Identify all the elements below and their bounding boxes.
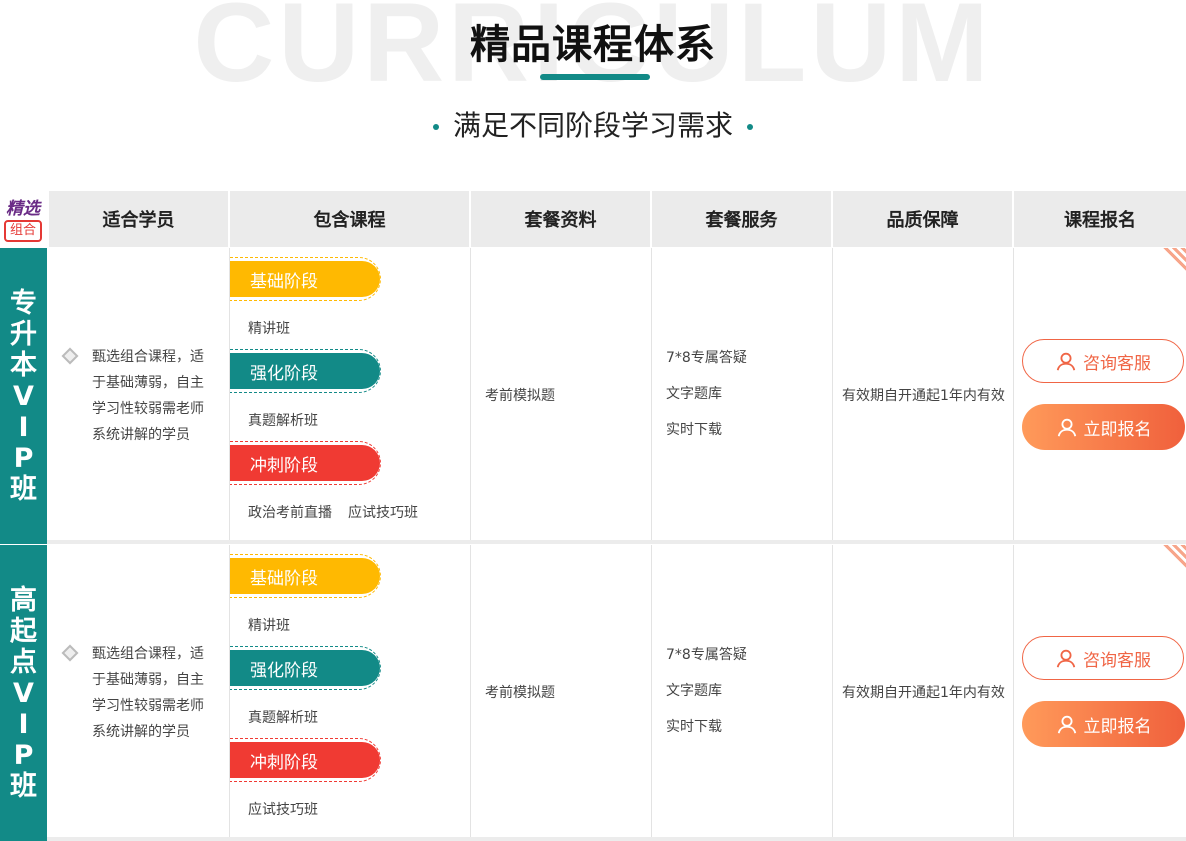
package-name-label: 专升本VIP班: [0, 248, 47, 544]
service-item: 7*8专属答疑: [666, 350, 747, 366]
subtitle-dot-left: [432, 124, 439, 130]
course-package-row: 高起点 V I P 班甄选组合课程，适于基础薄弱，自主学习性较弱需老师系统讲解的学员 基础…: [0, 545, 1186, 841]
course-name: 精讲班: [248, 618, 290, 634]
user-icon: [1056, 713, 1078, 735]
column-header-courses: 包含课程: [230, 191, 469, 247]
stage-course-list: 精讲班: [248, 615, 306, 635]
package-name-char: I: [18, 411, 29, 443]
service-item: 实时下载: [666, 719, 722, 735]
consult-service-button[interactable]: 咨询客服: [1022, 339, 1184, 383]
row-divider: [47, 540, 1186, 544]
package-name-char: 点: [10, 646, 37, 678]
package-name-char: P: [13, 442, 34, 474]
signup-cell: [1014, 545, 1186, 841]
package-name-char: P: [13, 739, 34, 771]
subtitle-dot-right: [747, 124, 753, 130]
stage-course-list: 应试技巧班: [248, 799, 334, 819]
stage-tag: 强化阶段: [230, 353, 380, 389]
stage-tag: 强化阶段: [230, 650, 380, 686]
stage-tag: 基础阶段: [230, 558, 380, 594]
package-name-label: 高起点VIP班: [0, 545, 47, 841]
package-material: 考前模拟题: [485, 388, 555, 404]
consult-label: 咨询客服: [1083, 353, 1151, 374]
service-item: 7*8专属答疑: [666, 647, 747, 663]
stage-course-list: 精讲班: [248, 318, 306, 338]
service-item: 文字题库: [666, 386, 722, 402]
package-service-list: 7*8专属答疑 文字题库实时下载: [666, 340, 747, 448]
user-icon: [1056, 416, 1078, 438]
course-package-row: 专升本 V I P 班甄选组合课程，适于基础薄弱，自主学习性较弱需老师系统讲解的学员 基础…: [0, 248, 1186, 544]
package-name-char: 班: [10, 473, 37, 505]
row-divider: [47, 837, 1186, 841]
page-subtitle: 满足不同阶段学习需求: [0, 104, 1186, 144]
package-name-char: 高: [10, 584, 37, 616]
consult-label: 咨询客服: [1083, 650, 1151, 671]
signup-cell: [1014, 248, 1186, 544]
course-name: 政治考前直播: [248, 505, 332, 521]
quality-guarantee: 有效期自开通起1年内有效: [842, 685, 1005, 701]
stage-course-list: 政治考前直播 应试技巧班: [248, 502, 434, 522]
package-name-char: 班: [10, 770, 37, 802]
package-name-char: V: [13, 677, 34, 709]
column-header-materials: 套餐资料: [471, 191, 650, 247]
column-header-quality: 品质保障: [833, 191, 1012, 247]
course-name: 应试技巧班: [348, 505, 418, 521]
sign-up-button[interactable]: 立即报名: [1022, 701, 1185, 747]
badge-line2: 组合: [4, 220, 42, 242]
package-material: 考前模拟题: [485, 685, 555, 701]
stage-tag: 冲刺阶段: [230, 742, 380, 778]
course-name: 精讲班: [248, 321, 290, 337]
service-item: 实时下载: [666, 422, 722, 438]
audience-description: 甄选组合课程，适于基础薄弱，自主学习性较弱需老师系统讲解的学员: [92, 646, 204, 740]
page-title: 精品课程体系: [470, 22, 716, 68]
stage-tag: 冲刺阶段: [230, 445, 380, 481]
package-name-char: V: [13, 380, 34, 412]
subtitle-text: 满足不同阶段学习需求: [452, 109, 733, 142]
package-name-char: I: [18, 708, 29, 740]
stage-course-list: 真题解析班: [248, 410, 334, 430]
column-header-services: 套餐服务: [652, 191, 831, 247]
stage-tag: 基础阶段: [230, 261, 380, 297]
course-name: 真题解析班: [248, 413, 318, 429]
column-header-signup: 课程报名: [1014, 191, 1186, 247]
package-name-char: 起: [10, 615, 37, 647]
consult-service-button[interactable]: 咨询客服: [1022, 636, 1184, 680]
customer-service-icon: [1055, 350, 1077, 372]
audience-description: 甄选组合课程，适于基础薄弱，自主学习性较弱需老师系统讲解的学员: [92, 349, 204, 443]
quality-guarantee: 有效期自开通起1年内有效: [842, 388, 1005, 404]
column-header-audience: 适合学员: [49, 191, 228, 247]
package-service-list: 7*8专属答疑 文字题库实时下载: [666, 637, 747, 745]
package-name-char: 升: [10, 318, 37, 350]
package-name-char: 本: [10, 349, 37, 381]
service-item: 文字题库: [666, 683, 722, 699]
sign-up-button[interactable]: 立即报名: [1022, 404, 1185, 450]
badge-line1: 精选: [6, 199, 40, 219]
signup-label: 立即报名: [1083, 419, 1152, 440]
customer-service-icon: [1055, 647, 1077, 669]
stage-course-list: 真题解析班: [248, 707, 334, 727]
signup-label: 立即报名: [1083, 716, 1152, 737]
title-underline: [540, 74, 650, 80]
featured-combo-badge: 精选 组合: [0, 194, 46, 244]
course-name: 应试技巧班: [248, 802, 318, 818]
package-name-char: 专: [10, 287, 37, 319]
course-name: 真题解析班: [248, 710, 318, 726]
